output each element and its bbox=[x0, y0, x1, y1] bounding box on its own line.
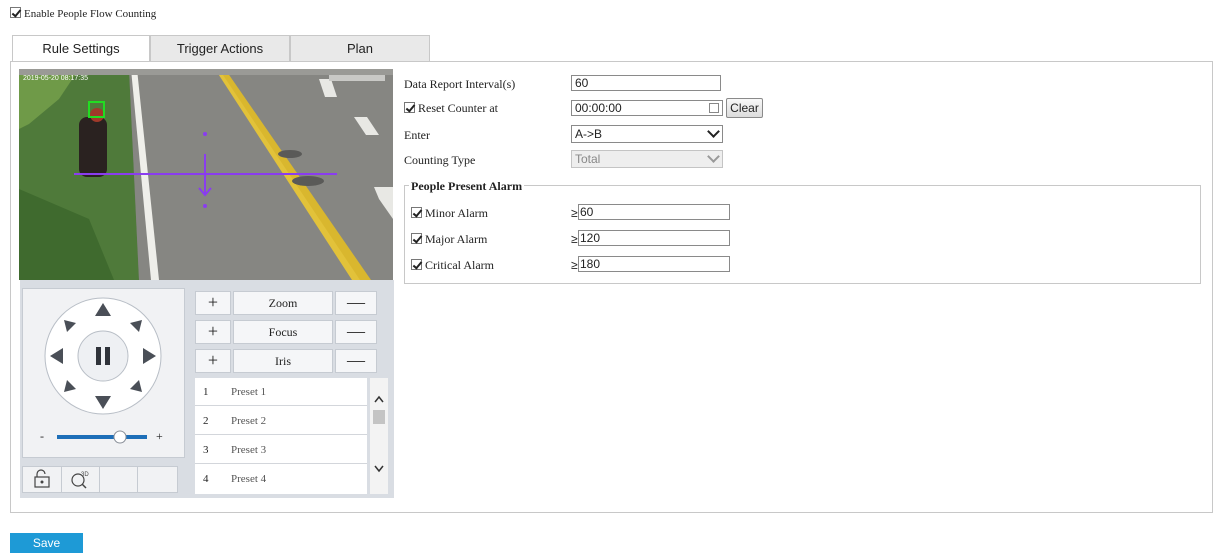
enable-checkbox-box[interactable] bbox=[10, 7, 21, 18]
preset-item[interactable]: 1 Preset 1 bbox=[195, 378, 367, 406]
svg-text:3D: 3D bbox=[81, 472, 89, 478]
major-alarm-box[interactable] bbox=[411, 233, 422, 244]
preset-scrollbar[interactable] bbox=[370, 378, 388, 494]
iris-close-button[interactable]: — bbox=[335, 349, 377, 373]
tab-plan-label: Plan bbox=[346, 41, 374, 56]
zoom-out-button[interactable]: — bbox=[335, 291, 377, 315]
lock-ptz-button[interactable] bbox=[23, 467, 62, 492]
iris-open-button[interactable]: + bbox=[195, 349, 231, 373]
direction-pad-panel: - + bbox=[22, 288, 185, 458]
enable-people-flow-checkbox[interactable]: Enable People Flow Counting bbox=[10, 6, 156, 21]
counting-type-value: Total bbox=[575, 152, 601, 166]
speed-slider-handle[interactable] bbox=[113, 430, 127, 444]
preset-number: 1 bbox=[203, 386, 209, 398]
save-button[interactable]: Save bbox=[10, 533, 83, 553]
preset-number: 2 bbox=[203, 415, 209, 427]
speed-min-label: - bbox=[40, 429, 44, 443]
scrollbar-graphics bbox=[373, 395, 385, 473]
scroll-down-icon[interactable] bbox=[374, 465, 384, 473]
report-interval-label: Data Report Interval(s) bbox=[404, 77, 516, 91]
tab-trigger-actions-label: Trigger Actions bbox=[176, 41, 264, 56]
minor-alarm-checkbox[interactable]: Minor Alarm bbox=[411, 206, 488, 221]
preset-number: 4 bbox=[203, 473, 209, 485]
reset-counter-time-value: 00:00:00 bbox=[575, 101, 622, 115]
preset-item[interactable]: 2 Preset 2 bbox=[195, 407, 367, 435]
enter-select-value: A->B bbox=[575, 127, 603, 141]
preset-number: 3 bbox=[203, 444, 209, 456]
tab-rule-settings-label: Rule Settings bbox=[42, 41, 120, 56]
minor-alarm-label: Minor Alarm bbox=[425, 206, 488, 220]
enter-select[interactable]: A->B bbox=[571, 125, 723, 143]
critical-alarm-prefix: ≥ bbox=[571, 258, 578, 272]
reset-counter-box[interactable] bbox=[404, 102, 415, 113]
chevron-down-icon bbox=[707, 150, 720, 163]
clear-button[interactable]: Clear bbox=[726, 98, 763, 118]
scroll-up-icon[interactable] bbox=[374, 395, 384, 403]
major-alarm-label: Major Alarm bbox=[425, 232, 488, 246]
tab-rule-settings[interactable]: Rule Settings bbox=[12, 35, 150, 62]
preset-name: Preset 3 bbox=[231, 444, 267, 456]
focus-near-button[interactable]: + bbox=[195, 320, 231, 344]
ptz-tool-slot-4[interactable] bbox=[137, 467, 177, 492]
video-scene: 2019-05-20 08:17:35 bbox=[19, 69, 393, 280]
minor-alarm-input[interactable]: 60 bbox=[578, 204, 730, 220]
ptz-control-area: - + 3D + Zoom — + Focus — + Iris — 1 Pres… bbox=[20, 280, 394, 498]
critical-alarm-box[interactable] bbox=[411, 259, 422, 270]
lock-icon bbox=[34, 469, 50, 488]
report-interval-input[interactable]: 60 bbox=[571, 75, 721, 91]
zoom-label: Zoom bbox=[233, 291, 333, 315]
counting-type-select[interactable]: Total bbox=[571, 150, 723, 168]
preset-name: Preset 4 bbox=[231, 473, 267, 485]
scrollbar-thumb[interactable] bbox=[373, 410, 385, 424]
minor-alarm-box[interactable] bbox=[411, 207, 422, 218]
clock-icon[interactable] bbox=[709, 103, 719, 113]
reset-counter-time-input[interactable]: 00:00:00 bbox=[571, 100, 723, 116]
reset-counter-checkbox[interactable]: Reset Counter at bbox=[404, 101, 498, 116]
video-preview[interactable]: 2019-05-20 08:17:35 bbox=[19, 69, 393, 280]
counting-type-label: Counting Type bbox=[404, 153, 476, 167]
preset-name: Preset 2 bbox=[231, 415, 267, 427]
speed-max-label: + bbox=[156, 429, 163, 443]
video-osd-timestamp: 2019-05-20 08:17:35 bbox=[23, 75, 88, 82]
major-alarm-prefix: ≥ bbox=[571, 232, 578, 246]
tab-plan[interactable]: Plan bbox=[290, 35, 430, 61]
critical-alarm-checkbox[interactable]: Critical Alarm bbox=[411, 258, 494, 273]
3d-positioning-button[interactable]: 3D bbox=[61, 467, 100, 492]
3d-position-icon: 3D bbox=[71, 472, 89, 489]
major-alarm-checkbox[interactable]: Major Alarm bbox=[411, 232, 487, 247]
focus-label: Focus bbox=[233, 320, 333, 344]
enter-label: Enter bbox=[404, 128, 430, 142]
preset-item[interactable]: 4 Preset 4 bbox=[195, 465, 367, 493]
preset-name: Preset 1 bbox=[231, 386, 267, 398]
zoom-in-button[interactable]: + bbox=[195, 291, 231, 315]
chevron-down-icon bbox=[707, 125, 720, 138]
reset-counter-label: Reset Counter at bbox=[418, 101, 498, 115]
alarm-group-title: People Present Alarm bbox=[409, 179, 525, 194]
people-present-alarm-group bbox=[404, 185, 1201, 284]
pause-icon[interactable] bbox=[96, 347, 101, 365]
minor-alarm-prefix: ≥ bbox=[571, 206, 578, 220]
enable-checkbox-label: Enable People Flow Counting bbox=[24, 8, 157, 20]
critical-alarm-label: Critical Alarm bbox=[425, 258, 494, 272]
ptz-tool-slot-3[interactable] bbox=[99, 467, 138, 492]
tab-trigger-actions[interactable]: Trigger Actions bbox=[150, 35, 290, 61]
iris-label: Iris bbox=[233, 349, 333, 373]
ptz-tool-bar: 3D bbox=[22, 466, 178, 493]
focus-far-button[interactable]: — bbox=[335, 320, 377, 344]
critical-alarm-input[interactable]: 180 bbox=[578, 256, 730, 272]
major-alarm-input[interactable]: 120 bbox=[578, 230, 730, 246]
preset-item[interactable]: 3 Preset 3 bbox=[195, 436, 367, 464]
